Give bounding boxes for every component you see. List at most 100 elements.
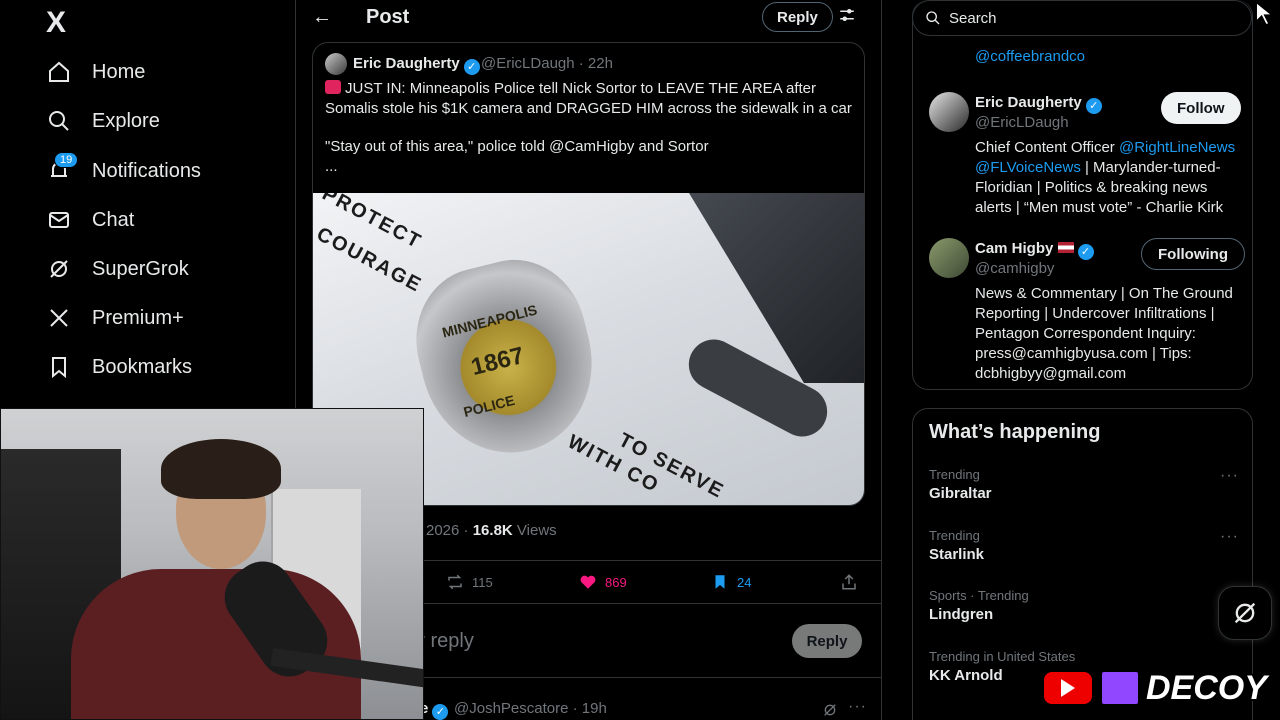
partial-link[interactable]: @coffeebrandco xyxy=(975,48,1085,65)
views-count: 16.8K xyxy=(472,522,513,539)
share-button[interactable] xyxy=(840,573,858,591)
x-logo-icon xyxy=(46,305,72,331)
nav-item-home[interactable]: Home xyxy=(46,52,145,92)
home-icon xyxy=(46,59,72,85)
repost-button[interactable]: 115 xyxy=(446,573,493,591)
person-name-text: Cam Higby xyxy=(975,240,1054,257)
like-count: 869 xyxy=(605,574,627,590)
trend-item[interactable]: Trending Gibraltar ··· xyxy=(929,467,1239,502)
post-stats: 2026 · 16.8K Views xyxy=(426,522,557,539)
reply-author-name: e ✓ xyxy=(420,700,449,720)
right-sidebar: @coffeebrandco Eric Daugherty ✓ @EricLDau… xyxy=(882,0,1280,720)
trends-title: What’s happening xyxy=(929,421,1101,443)
mail-icon xyxy=(46,207,72,233)
person-name: Cam Higby ✓ xyxy=(975,240,1094,260)
bookmark-count: 24 xyxy=(737,574,752,590)
us-flag-icon xyxy=(1057,242,1074,253)
verified-icon: ✓ xyxy=(432,704,449,720)
avatar[interactable] xyxy=(929,238,969,278)
search-icon xyxy=(46,108,72,134)
nav-label-supergrok: SuperGrok xyxy=(92,257,189,280)
bookmark-icon xyxy=(46,354,72,380)
stream-branding: DECOY xyxy=(1042,668,1267,708)
person-name-text: Eric Daugherty xyxy=(975,94,1082,111)
share-icon xyxy=(842,574,856,590)
page-title: Post xyxy=(366,6,410,28)
quoted-author-name[interactable]: Eric Daugherty ✓ xyxy=(353,55,480,75)
trend-meta: Trending in United States xyxy=(929,649,1076,664)
nav-item-premium[interactable]: Premium+ xyxy=(46,298,184,338)
grok-icon xyxy=(1234,602,1256,624)
author-name-text: Eric Daugherty xyxy=(353,55,460,72)
trend-name: Gibraltar xyxy=(929,485,992,502)
follow-suggestion[interactable]: Cam Higby ✓ @camhigby News & Commentary … xyxy=(929,238,1245,382)
trend-name: Starlink xyxy=(929,546,985,563)
grok-floating-button[interactable] xyxy=(1218,586,1272,640)
repost-icon xyxy=(448,574,462,590)
nav-label-home: Home xyxy=(92,60,146,83)
person-handle: @EricLDaugh xyxy=(975,114,1069,131)
verified-icon: ✓ xyxy=(1085,98,1102,114)
person-name: Eric Daugherty ✓ xyxy=(975,94,1102,114)
follow-suggestion[interactable]: Eric Daugherty ✓ @EricLDaugh Chief Conten… xyxy=(929,92,1245,222)
follow-button[interactable]: Follow xyxy=(1161,92,1241,124)
reply-author-handle: @JoshPescatore · 19h xyxy=(454,700,607,717)
mouse-cursor-icon xyxy=(1255,0,1275,26)
like-button[interactable]: 869 xyxy=(579,573,627,591)
siren-icon xyxy=(325,80,341,94)
header-reply-button[interactable]: Reply xyxy=(762,2,833,32)
trend-meta: Sports · Trending xyxy=(929,588,1029,603)
bio-link[interactable]: @RightLineNews xyxy=(1119,139,1235,156)
who-to-follow-card: @coffeebrandco Eric Daugherty ✓ @EricLDau… xyxy=(912,0,1253,390)
bell-icon: 19 xyxy=(46,152,79,184)
following-button[interactable]: Following xyxy=(1141,238,1245,270)
nav-item-bookmarks[interactable]: Bookmarks xyxy=(46,347,192,387)
back-arrow-icon[interactable]: ← xyxy=(312,6,332,29)
post-line-1: JUST IN: Minneapolis Police tell Nick So… xyxy=(325,80,852,117)
nav-label-explore: Explore xyxy=(92,109,160,132)
heart-icon xyxy=(580,575,596,589)
bio-prefix: Chief Content Officer xyxy=(975,139,1119,156)
app-root: X Home Explore 19 Notifications Chat Sup… xyxy=(0,0,1280,720)
nav-item-explore[interactable]: Explore xyxy=(46,101,160,141)
search-input[interactable]: Search xyxy=(912,0,1252,36)
avatar[interactable] xyxy=(325,53,347,75)
person-bio: News & Commentary | On The Ground Report… xyxy=(975,285,1233,382)
bookmark-button[interactable]: 24 xyxy=(711,573,751,591)
post-line-3: ... xyxy=(325,158,338,175)
webcam-overlay xyxy=(0,408,424,720)
search-placeholder: Search xyxy=(949,9,997,27)
bio-link[interactable]: @FLVoiceNews xyxy=(975,159,1081,176)
nav-label-chat: Chat xyxy=(92,208,135,231)
more-icon[interactable]: ··· xyxy=(848,698,867,716)
verified-icon: ✓ xyxy=(1077,244,1094,260)
trend-item[interactable]: Sports · Trending Lindgren xyxy=(929,588,1239,623)
post-line-2: "Stay out of this area," police told @Ca… xyxy=(325,138,709,155)
brand-name: DECOY xyxy=(1146,668,1267,707)
quoted-post-text: JUST IN: Minneapolis Police tell Nick So… xyxy=(325,79,855,177)
more-icon[interactable]: ··· xyxy=(1220,467,1239,485)
filter-icon[interactable] xyxy=(838,6,858,26)
nav-item-notifications[interactable]: 19 Notifications xyxy=(46,151,201,191)
reply-submit-button[interactable]: Reply xyxy=(792,624,862,658)
trend-meta: Trending xyxy=(929,528,980,543)
car-window xyxy=(689,193,864,383)
webcam-person-hair xyxy=(161,439,281,499)
nav-item-chat[interactable]: Chat xyxy=(46,200,134,240)
x-logo[interactable]: X xyxy=(46,6,74,39)
trend-name: Lindgren xyxy=(929,606,994,623)
post-date: 2026 xyxy=(426,522,460,539)
notification-badge: 19 xyxy=(54,152,79,168)
person-bio: Chief Content Officer @RightLineNews @FL… xyxy=(975,138,1245,218)
search-icon xyxy=(926,11,940,25)
grok-icon xyxy=(46,256,72,282)
post-header: ← Post Reply xyxy=(296,0,882,36)
grok-icon[interactable] xyxy=(822,702,838,718)
trend-item[interactable]: Trending Starlink ··· xyxy=(929,528,1239,563)
nav-label-notifications: Notifications xyxy=(92,159,201,182)
avatar[interactable] xyxy=(929,92,969,132)
more-icon[interactable]: ··· xyxy=(1220,528,1239,546)
views-label: Views xyxy=(516,522,557,539)
nav-item-supergrok[interactable]: SuperGrok xyxy=(46,249,189,289)
person-handle: @camhigby xyxy=(975,260,1055,277)
